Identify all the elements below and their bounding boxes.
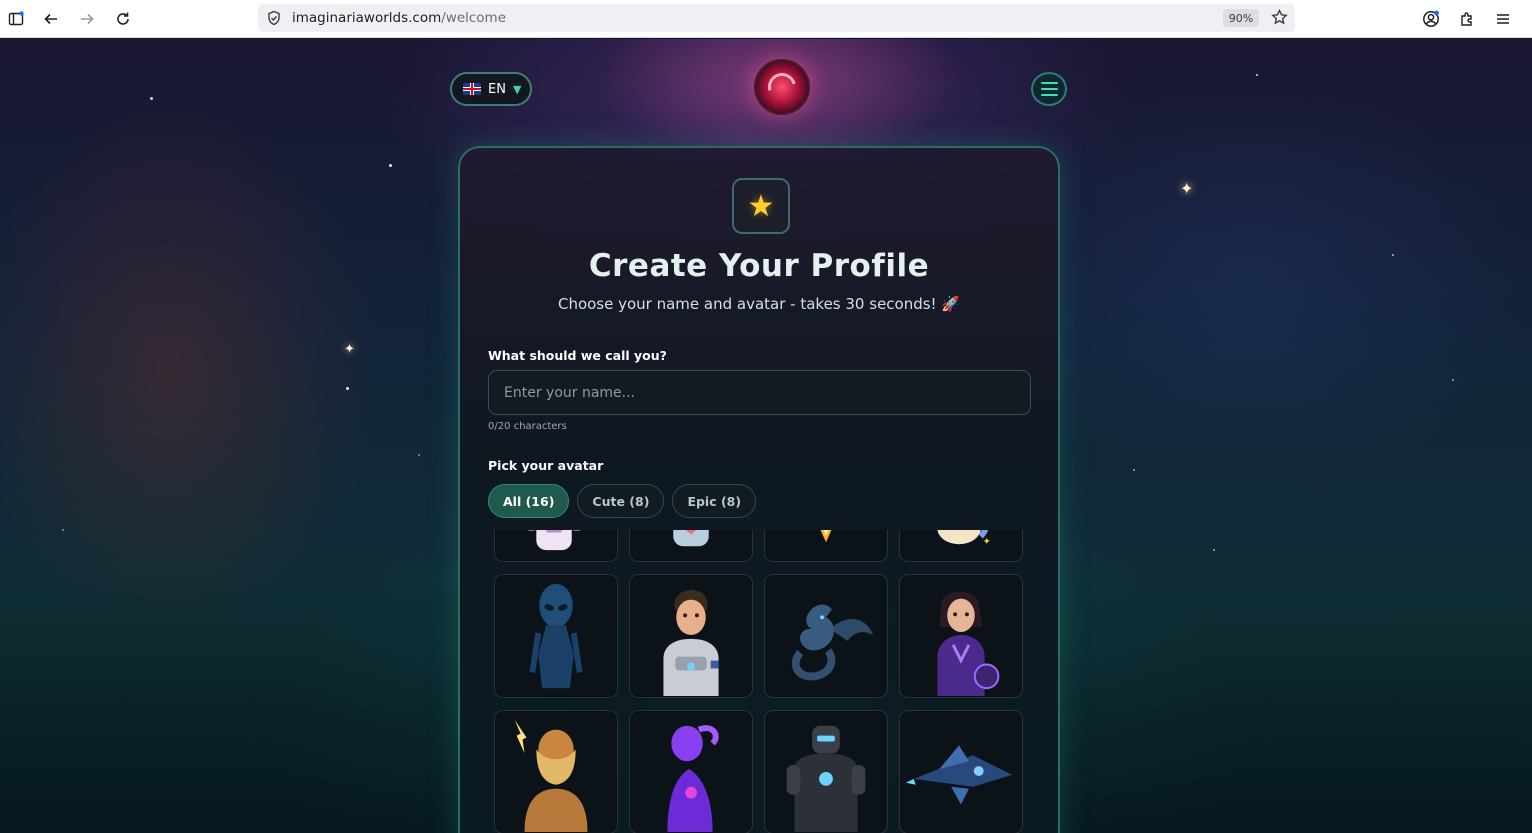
name-field-label: What should we call you?: [488, 348, 667, 363]
background-star: [1213, 549, 1215, 551]
site-logo[interactable]: [754, 59, 810, 115]
background-star: [62, 529, 64, 531]
welcome-page: ✦ ✦ EN ▼ ★ Create Your Profile Choose yo…: [0, 39, 1532, 833]
avatar-grid-scroll[interactable]: ✦: [494, 530, 1028, 833]
spiral-icon: [762, 67, 802, 107]
rocket-avatar[interactable]: [764, 530, 888, 562]
dragon-avatar[interactable]: [764, 574, 888, 698]
astronaut-girl-avatar[interactable]: [494, 530, 618, 562]
background-star: [389, 164, 392, 167]
page-subtitle: Choose your name and avatar - takes 30 s…: [557, 295, 961, 313]
uk-flag-icon: [463, 83, 481, 95]
background-star: [1392, 254, 1394, 256]
armored-robot-avatar[interactable]: [764, 710, 888, 833]
filter-cute-tab[interactable]: Cute (8): [577, 484, 665, 518]
thunder-god-avatar[interactable]: [494, 710, 618, 833]
site-security-icon[interactable]: [266, 10, 282, 30]
profile-card: ★ Create Your Profile Choose your name a…: [458, 146, 1060, 833]
filter-all-tab[interactable]: All (16): [488, 484, 570, 518]
character-counter: 0/20 characters: [488, 421, 567, 432]
avatar-filter-tabs: All (16) Cute (8) Epic (8): [488, 484, 757, 518]
filter-epic-tab[interactable]: Epic (8): [672, 484, 757, 518]
unicorn-avatar[interactable]: ✦: [899, 530, 1023, 562]
sparkle-star-icon: ✦: [1180, 179, 1194, 198]
app-menu-icon[interactable]: [1491, 7, 1515, 31]
address-bar[interactable]: imaginariaworlds.com/welcome 90%: [258, 4, 1295, 32]
background-star: [418, 454, 420, 456]
url-text: imaginariaworlds.com/welcome: [292, 10, 507, 26]
sparkle-star-icon: ✦: [344, 342, 355, 357]
cosmic-spirit-avatar[interactable]: [629, 710, 753, 833]
background-star: [1256, 74, 1258, 76]
caret-down-icon: ▼: [512, 82, 522, 96]
browser-toolbar: imaginariaworlds.com/welcome 90%: [0, 0, 1532, 38]
star-icon: ★: [732, 178, 790, 234]
spaceship-avatar[interactable]: [899, 710, 1023, 833]
forward-icon[interactable]: [75, 7, 99, 31]
background-star: [150, 97, 153, 100]
extensions-icon[interactable]: [1455, 7, 1479, 31]
sidebar-toggle-icon[interactable]: [4, 7, 28, 31]
reload-icon[interactable]: [111, 7, 135, 31]
robot-avatar[interactable]: [629, 530, 753, 562]
svg-text:✦: ✦: [983, 536, 991, 547]
language-label: EN: [488, 81, 506, 97]
name-input[interactable]: [488, 370, 1031, 415]
alien-avatar[interactable]: [494, 574, 618, 698]
background-star: [1452, 379, 1454, 381]
page-title: Create Your Profile: [588, 248, 930, 284]
account-icon[interactable]: [1419, 7, 1443, 31]
space-heroine-avatar[interactable]: [899, 574, 1023, 698]
hamburger-menu-button[interactable]: [1031, 72, 1067, 106]
background-star: [346, 387, 349, 390]
back-icon[interactable]: [39, 7, 63, 31]
background-star: [1133, 469, 1135, 471]
zoom-level[interactable]: 90%: [1223, 9, 1259, 27]
avatar-section-label: Pick your avatar: [488, 458, 604, 473]
language-selector[interactable]: EN ▼: [450, 72, 532, 106]
bookmark-star-icon[interactable]: [1271, 8, 1288, 30]
avatar-grid: ✦: [494, 530, 1023, 833]
astronaut-boy-avatar[interactable]: [629, 574, 753, 698]
